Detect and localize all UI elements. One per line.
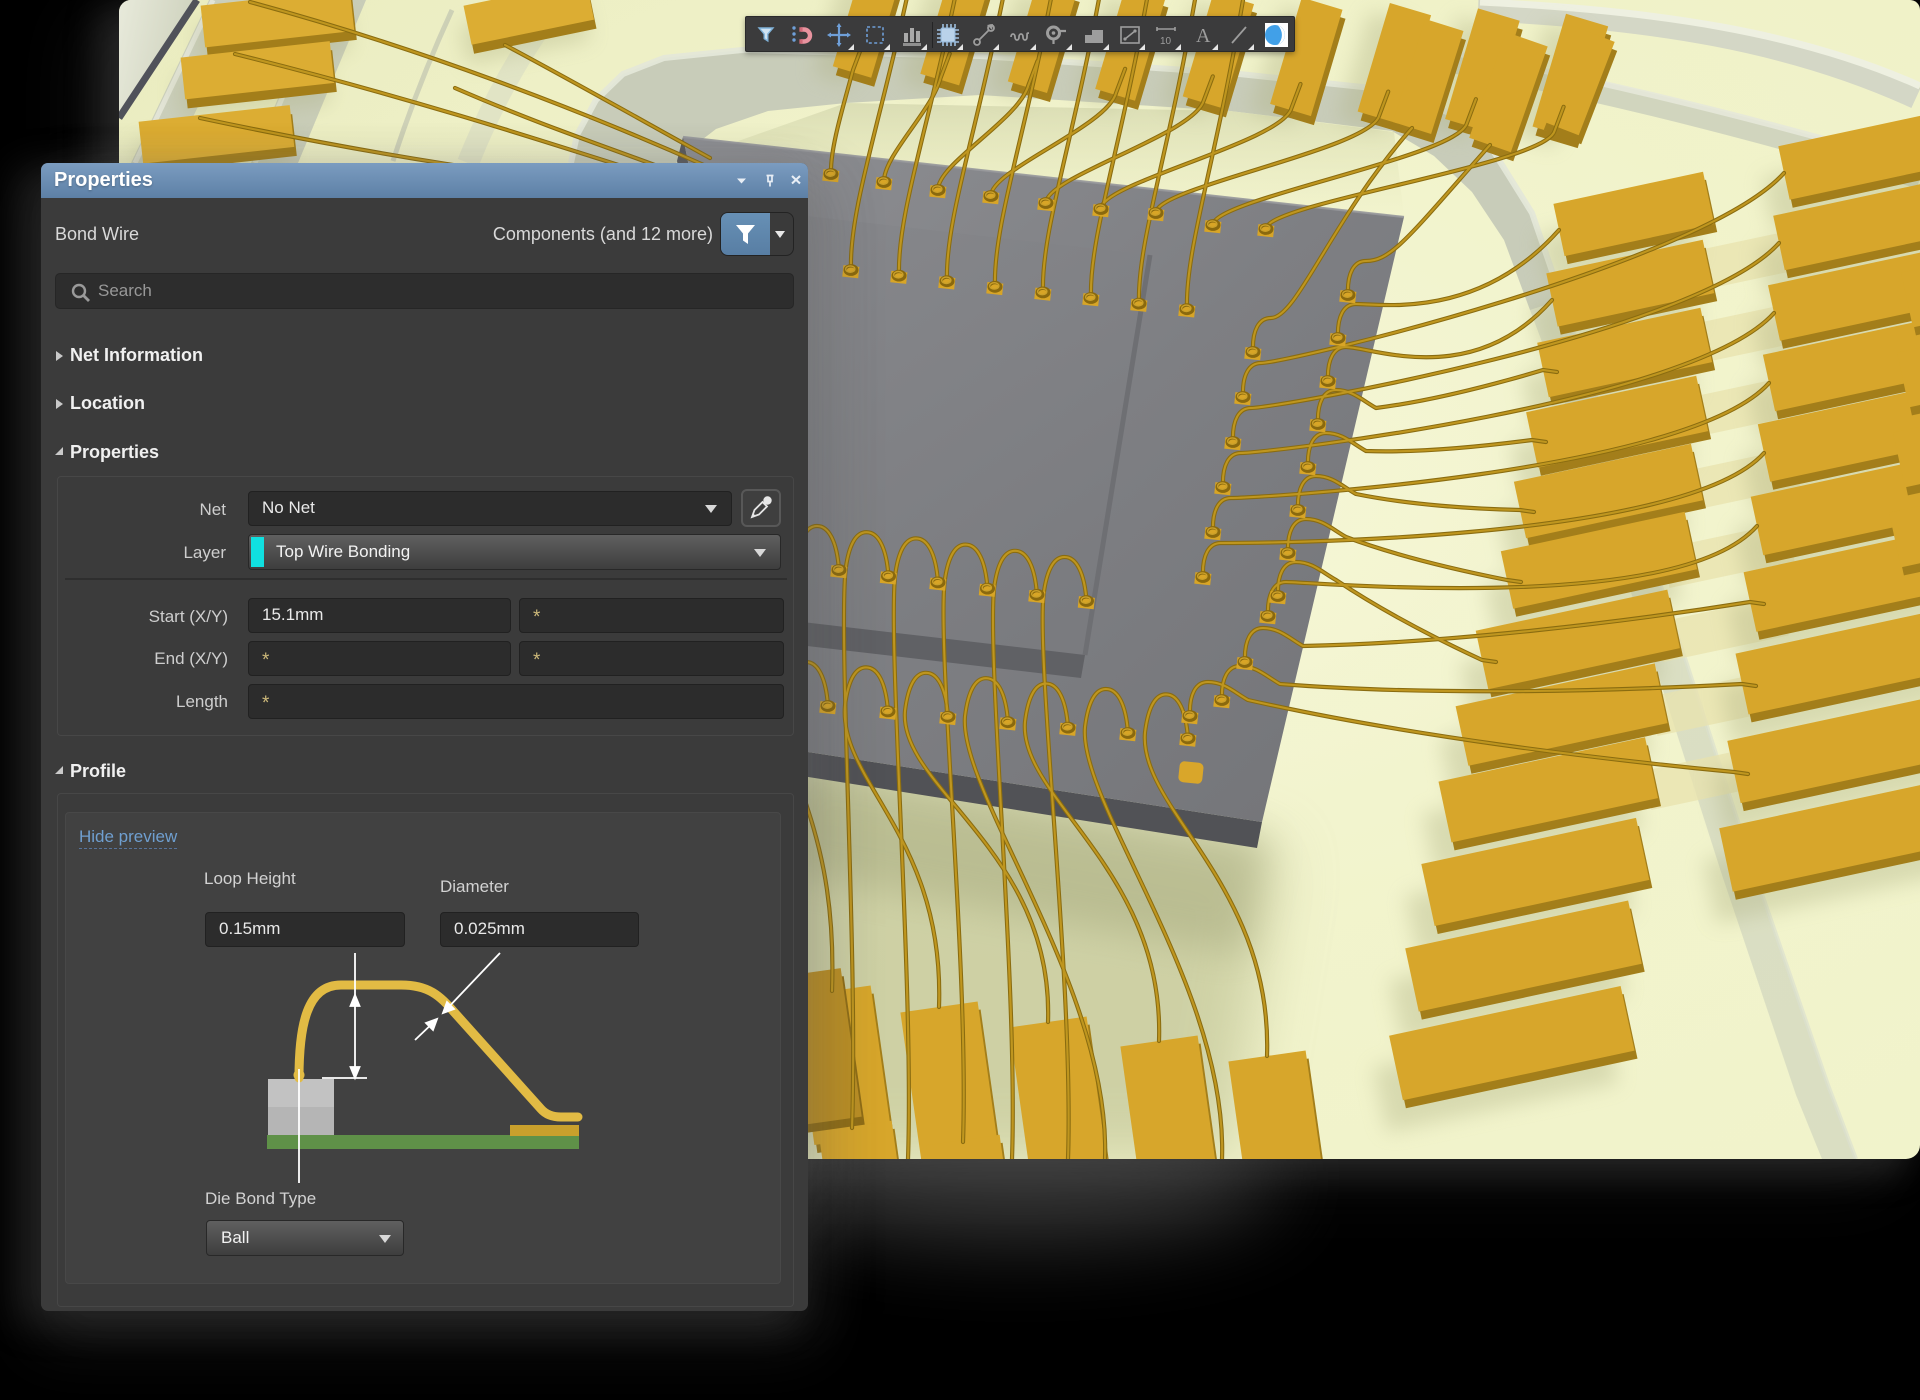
svg-text:A: A [1196, 25, 1211, 47]
svg-text:10: 10 [1160, 36, 1172, 47]
